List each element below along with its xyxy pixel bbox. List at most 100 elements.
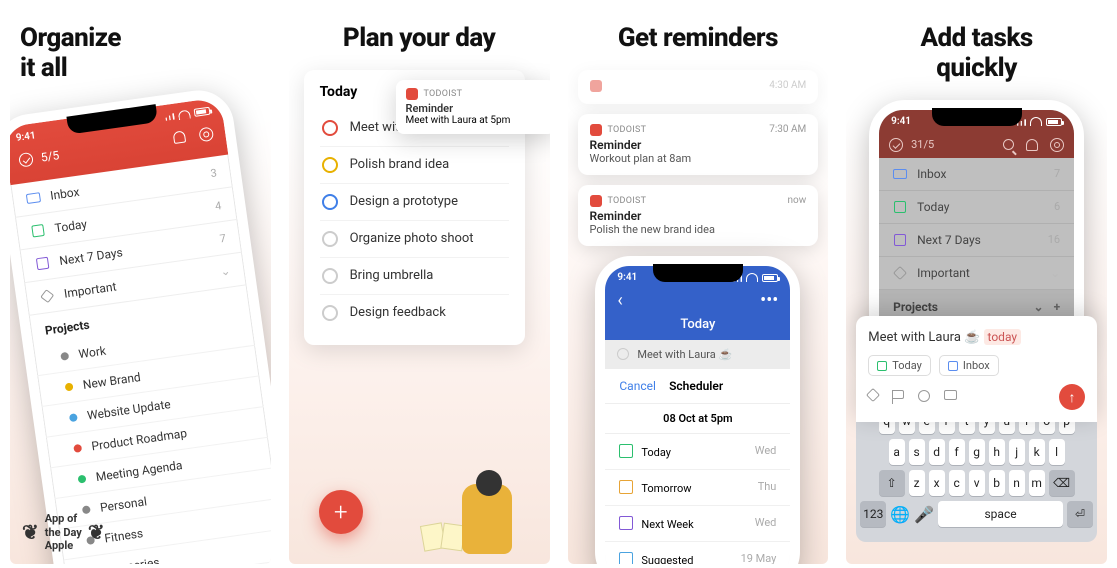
task-row[interactable]: Organize photo shoot (320, 221, 509, 258)
cancel-button[interactable]: Cancel (619, 379, 656, 393)
nav-today: Today 6 (879, 191, 1074, 224)
scheduler-option[interactable]: Suggested19 May (605, 542, 790, 564)
selected-task-chip[interactable]: Meet with Laura ☕ (605, 340, 790, 369)
battery-icon (1046, 118, 1062, 126)
notif-time: 4:30 AM (769, 80, 806, 91)
calendar-icon (619, 480, 633, 494)
headline: Get reminders (578, 24, 819, 54)
more-button[interactable]: ••• (760, 290, 778, 311)
notif-title: Reminder (590, 138, 807, 152)
key-space[interactable]: space (938, 501, 1063, 527)
projects-header: Projects (893, 300, 938, 314)
wifi-icon (178, 109, 191, 120)
app-icon (406, 88, 418, 100)
task-row[interactable]: Polish brand idea (320, 147, 509, 184)
key[interactable]: x (929, 470, 945, 496)
key[interactable]: f (949, 439, 965, 465)
key[interactable]: v (969, 470, 985, 496)
submit-task-button[interactable]: ↑ (1059, 384, 1085, 410)
productivity-icon[interactable] (889, 138, 903, 152)
key[interactable]: c (949, 470, 965, 496)
screen-title: Today (605, 313, 790, 340)
laurel-left-icon: ❦ (22, 520, 39, 544)
task-ring-icon[interactable] (322, 231, 338, 247)
key[interactable]: z (909, 470, 925, 496)
key[interactable]: j (1009, 439, 1025, 465)
phone-sidebar: 9:41 5/5 (10, 86, 271, 564)
back-button[interactable]: ‹ (617, 290, 622, 311)
task-ring-icon[interactable] (322, 305, 338, 321)
status-time: 9:41 (891, 116, 911, 127)
calendar-today-icon (877, 361, 887, 371)
notif-time: now (788, 195, 807, 206)
key[interactable]: k (1029, 439, 1045, 465)
notif-title: Reminder (406, 102, 546, 115)
bell-icon[interactable] (173, 130, 187, 144)
key-return[interactable]: ⏎ (1067, 501, 1093, 527)
scheduler-option[interactable]: Next WeekWed (605, 506, 790, 542)
notif-time: 7:30 AM (769, 124, 806, 135)
battery-icon (762, 274, 778, 282)
key[interactable]: b (989, 470, 1005, 496)
project-color-dot (60, 352, 69, 361)
key[interactable]: s (909, 439, 925, 465)
key[interactable]: n (1009, 470, 1025, 496)
status-time: 9:41 (617, 272, 637, 283)
calendar-icon (619, 516, 633, 530)
calendar-week-icon (36, 256, 50, 270)
key[interactable]: a (889, 439, 905, 465)
nav-inbox: Inbox 7 (879, 158, 1074, 191)
quick-add-input[interactable]: Meet with Laura ☕ today (868, 328, 1085, 355)
phone-scheduler: 9:41 ‹ ••• Today Meet with Laura ☕ (595, 256, 800, 564)
key-backspace[interactable]: ⌫ (1049, 470, 1075, 496)
pill-inbox[interactable]: Inbox (939, 355, 999, 376)
key[interactable]: m (1029, 470, 1045, 496)
globe-icon[interactable]: 🌐 (890, 501, 910, 527)
key[interactable]: d (929, 439, 945, 465)
gear-icon[interactable] (198, 126, 214, 142)
nav-important: Important ⌄ (879, 257, 1074, 290)
add-project-icon[interactable]: + (1054, 300, 1061, 314)
date-input[interactable]: 08 Oct at 5pm (605, 403, 790, 434)
notification-stack: 4:30 AMTODOIST7:30 AMReminderWorkout pla… (578, 70, 819, 246)
priority-flag-icon[interactable] (892, 390, 904, 404)
key[interactable]: g (969, 439, 985, 465)
reminder-alarm-icon[interactable] (918, 390, 930, 402)
scheduler-options: TodayWedTomorrowThuNext WeekWedSuggested… (605, 434, 790, 564)
inbox-icon (948, 361, 958, 371)
task-ring-icon[interactable] (322, 194, 338, 210)
chevron-down-icon[interactable]: ⌄ (1034, 300, 1044, 314)
task-row[interactable]: Design feedback (320, 295, 509, 331)
notification-card[interactable]: TODOISTnowReminderPolish the new brand i… (578, 185, 819, 246)
task-row[interactable]: Design a prototype (320, 184, 509, 221)
headline: Add tasks quickly (856, 24, 1097, 84)
key[interactable]: l (1049, 439, 1065, 465)
bell-icon[interactable] (1026, 139, 1038, 151)
status-time: 9:41 (15, 130, 36, 144)
key-123[interactable]: 123 (860, 501, 886, 527)
notification-card[interactable]: 4:30 AM (578, 70, 819, 104)
gear-icon[interactable] (1050, 138, 1064, 152)
mic-icon[interactable]: 🎤 (914, 501, 934, 527)
pill-today[interactable]: Today (868, 355, 931, 376)
search-icon[interactable] (1003, 139, 1014, 150)
key[interactable]: h (989, 439, 1005, 465)
scheduler-option[interactable]: TomorrowThu (605, 470, 790, 506)
task-ring-icon[interactable] (322, 268, 338, 284)
nav-count: 3 (210, 166, 218, 180)
ios-keyboard[interactable]: qwertyuiop asdfghjkl ⇧zxcvbnm⌫ 123 🌐 🎤 s… (856, 402, 1097, 542)
productivity-icon[interactable] (18, 152, 34, 168)
calendar-today-icon (894, 201, 906, 213)
comment-icon[interactable] (944, 390, 957, 400)
add-task-fab[interactable]: + (319, 490, 363, 534)
task-ring-icon[interactable] (322, 120, 338, 136)
scheduler-option[interactable]: TodayWed (605, 434, 790, 470)
task-row[interactable]: Bring umbrella (320, 258, 509, 295)
task-ring-icon[interactable] (322, 157, 338, 173)
notification-card[interactable]: TODOIST7:30 AMReminderWorkout plan at 8a… (578, 114, 819, 175)
key-shift[interactable]: ⇧ (879, 470, 905, 496)
nav-next-7-days: Next 7 Days 16 (879, 224, 1074, 257)
label-icon[interactable] (866, 388, 880, 402)
app-icon (590, 80, 602, 92)
scheduler-title: Scheduler (669, 379, 723, 393)
